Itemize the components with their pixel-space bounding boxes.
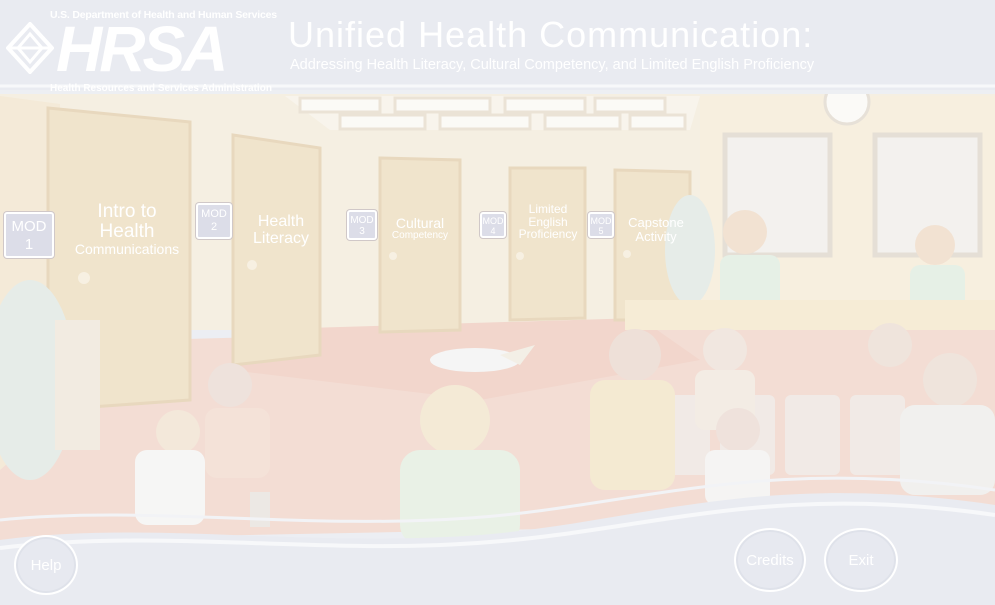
module-1-door[interactable]: Intro to Health Communications bbox=[62, 202, 192, 257]
module-1-title-line: Intro to bbox=[97, 201, 157, 222]
module-2-door[interactable]: Health Literacy bbox=[240, 213, 322, 248]
module-3-title-line: Cultural bbox=[395, 215, 445, 231]
module-4-title-line: Proficiency bbox=[518, 227, 578, 242]
module-4-badge-number: 4 bbox=[490, 226, 496, 236]
module-3-badge-label: MOD bbox=[350, 215, 374, 226]
module-2-badge-label: MOD bbox=[201, 208, 227, 220]
exit-button[interactable]: Exit bbox=[824, 528, 898, 592]
module-5-badge-number: 5 bbox=[598, 226, 604, 236]
module-3-door[interactable]: Cultural Competency bbox=[382, 216, 458, 241]
page-subtitle: Addressing Health Literacy, Cultural Com… bbox=[290, 57, 815, 73]
module-1-badge-label: MOD bbox=[11, 218, 47, 235]
help-button[interactable]: Help bbox=[14, 535, 78, 595]
module-5-title-line: Capstone bbox=[628, 215, 684, 230]
module-4-badge[interactable]: MOD 4 bbox=[480, 212, 506, 238]
page-title: Unified Health Communication: bbox=[288, 14, 814, 55]
hhs-eagle-icon bbox=[6, 22, 54, 74]
module-3-badge-number: 3 bbox=[359, 226, 365, 237]
module-1-badge[interactable]: MOD 1 bbox=[4, 212, 54, 258]
module-4-badge-label: MOD bbox=[482, 216, 504, 226]
module-1-badge-number: 1 bbox=[24, 236, 34, 253]
module-2-badge-number: 2 bbox=[210, 221, 218, 233]
module-4-door[interactable]: Limited English Proficiency bbox=[510, 203, 586, 241]
header: U.S. Department of Health and Human Serv… bbox=[0, 0, 995, 94]
module-2-badge[interactable]: MOD 2 bbox=[196, 203, 232, 239]
logo-wordmark: HRSA bbox=[56, 13, 228, 85]
credits-button[interactable]: Credits bbox=[734, 528, 806, 592]
hrsa-logo: U.S. Department of Health and Human Serv… bbox=[6, 4, 286, 94]
module-3-badge[interactable]: MOD 3 bbox=[347, 210, 377, 240]
module-1-title-line: Health bbox=[99, 220, 155, 242]
administration-name: Health Resources and Services Administra… bbox=[50, 83, 272, 94]
module-2-title-line: Health bbox=[257, 213, 305, 230]
module-5-badge-label: MOD bbox=[590, 216, 612, 226]
module-4-title-line: Limited bbox=[528, 202, 568, 216]
module-5-title-line: Activity bbox=[635, 228, 677, 244]
exit-button-label: Exit bbox=[848, 551, 874, 569]
module-5-badge[interactable]: MOD 5 bbox=[588, 212, 614, 238]
module-5-door[interactable]: Capstone Activity bbox=[618, 216, 694, 243]
module-1-title-line: Communications bbox=[74, 240, 180, 257]
help-button-label: Help bbox=[30, 556, 62, 574]
module-2-title-line: Literacy bbox=[252, 229, 310, 247]
credits-button-label: Credits bbox=[746, 551, 794, 569]
module-3-title-line: Competency bbox=[391, 229, 449, 241]
